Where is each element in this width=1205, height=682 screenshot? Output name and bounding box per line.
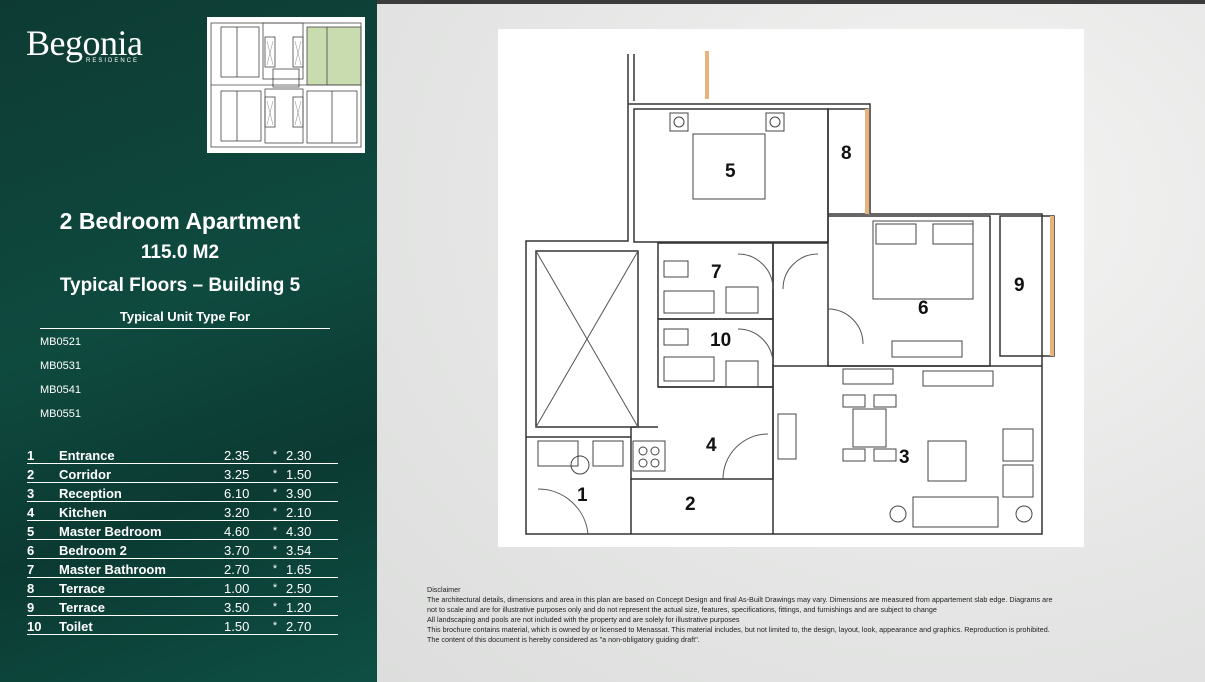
room-dimensions-table: 1 Entrance 2.35 * 2.30 2 Corridor 3.25 * 1.50 3R… [27, 445, 338, 635]
disclaimer-line: not to scale and are for illustrative pu… [427, 605, 937, 614]
key-plan-thumbnail [207, 17, 365, 153]
table-row: 10 Toilet 1.50 * 2.70 [27, 615, 338, 635]
room-length: 3.54 [286, 539, 338, 559]
room-length: 1.20 [286, 596, 338, 616]
unit-code: MB0541 [40, 384, 81, 396]
room-label: 5 [725, 161, 736, 182]
room-label: 3 [899, 447, 910, 468]
room-width: 2.70 [224, 558, 264, 578]
terrace-railing [865, 109, 869, 214]
room-number: 3 [27, 482, 59, 502]
room-number: 5 [27, 520, 59, 540]
table-row: 3 Reception 6.10 * 3.90 [27, 482, 338, 502]
table-row: 2 Corridor 3.25 * 1.50 [27, 463, 338, 483]
times-sign: * [264, 520, 286, 540]
room-label: 6 [918, 298, 929, 319]
apartment-title: 2 Bedroom Apartment [59, 208, 301, 234]
room-number: 1 [27, 445, 59, 464]
room-label: 7 [711, 262, 722, 283]
room-length: 2.70 [286, 615, 338, 635]
room-number: 10 [27, 615, 59, 635]
times-sign: * [264, 596, 286, 616]
unit-code: MB0521 [40, 336, 81, 348]
room-length: 2.30 [286, 445, 338, 464]
room-length: 1.50 [286, 463, 338, 483]
table-row: 7 Master Bathroom 2.70 * 1.65 [27, 558, 338, 578]
room-number: 8 [27, 577, 59, 597]
room-label: 10 [710, 330, 731, 351]
room-length: 4.30 [286, 520, 338, 540]
room-length: 2.50 [286, 577, 338, 597]
room-label: 8 [841, 143, 852, 164]
room-length: 1.65 [286, 558, 338, 578]
room-number: 7 [27, 558, 59, 578]
unit-code: MB0531 [40, 360, 81, 372]
room-name: Kitchen [59, 501, 224, 521]
room-label: 9 [1014, 275, 1025, 296]
room-name: Master Bedroom [59, 520, 224, 540]
table-row: 6 Bedroom 2 3.70 * 3.54 [27, 539, 338, 559]
room-label: 4 [706, 435, 717, 456]
room-name: Terrace [59, 596, 224, 616]
disclaimer-line: The architectural details, dimensions an… [427, 595, 1053, 604]
room-width: 2.35 [224, 445, 264, 464]
room-number: 4 [27, 501, 59, 521]
disclaimer-title: Disclaimer [427, 585, 461, 594]
table-row: 9 Terrace 3.50 * 1.20 [27, 596, 338, 616]
room-width: 4.60 [224, 520, 264, 540]
disclaimer-line: This brochure contains material, which i… [427, 625, 1050, 634]
room-number: 2 [27, 463, 59, 483]
room-width: 3.25 [224, 463, 264, 483]
brand-subtitle: RESIDENCE [86, 58, 140, 64]
disclaimer-line: All landscaping and pools are not includ… [427, 615, 740, 624]
room-name: Entrance [59, 445, 224, 464]
disclaimer: Disclaimer The architectural details, di… [427, 585, 1187, 645]
top-edge-bar [377, 0, 1205, 4]
times-sign: * [264, 501, 286, 521]
floors-label: Typical Floors – Building 5 [59, 275, 301, 296]
room-number: 6 [27, 539, 59, 559]
table-row: 5 Master Bedroom 4.60 * 4.30 [27, 520, 338, 540]
room-length: 3.90 [286, 482, 338, 502]
times-sign: * [264, 558, 286, 578]
terrace-railing [1050, 216, 1054, 356]
floor-plan-drawing: 5 8 6 9 7 10 4 3 1 2 [525, 51, 1055, 535]
room-name: Master Bathroom [59, 558, 224, 578]
room-label: 1 [577, 485, 588, 506]
unit-code: MB0551 [40, 408, 81, 420]
times-sign: * [264, 482, 286, 502]
times-sign: * [264, 445, 286, 464]
times-sign: * [264, 539, 286, 559]
unit-list: MB0521 MB0531 MB0541 MB0551 [40, 334, 81, 430]
room-width: 3.50 [224, 596, 264, 616]
key-plan-drawing [210, 22, 362, 148]
room-name: Toilet [59, 615, 224, 635]
room-label: 2 [685, 494, 696, 515]
times-sign: * [264, 615, 286, 635]
unit-type-label: Typical Unit Type For [40, 309, 330, 329]
room-width: 1.50 [224, 615, 264, 635]
room-width: 3.70 [224, 539, 264, 559]
floor-plan: 5 8 6 9 7 10 4 3 1 2 [498, 29, 1084, 547]
terrace-railing [705, 51, 709, 99]
table-row: 4 Kitchen 3.20 * 2.10 [27, 501, 338, 521]
room-width: 1.00 [224, 577, 264, 597]
times-sign: * [264, 577, 286, 597]
room-width: 3.20 [224, 501, 264, 521]
table-row: 8 Terrace 1.00 * 2.50 [27, 577, 338, 597]
room-name: Corridor [59, 463, 224, 483]
room-width: 6.10 [224, 482, 264, 502]
room-name: Reception [59, 482, 224, 502]
left-info-panel: Begonia RESIDENCE 2 Bedroom Apartment 11… [0, 0, 377, 682]
disclaimer-line: The content of this document is hereby c… [427, 635, 700, 644]
times-sign: * [264, 463, 286, 483]
room-name: Bedroom 2 [59, 539, 224, 559]
room-length: 2.10 [286, 501, 338, 521]
table-row: 1 Entrance 2.35 * 2.30 [27, 445, 338, 464]
room-name: Terrace [59, 577, 224, 597]
room-number: 9 [27, 596, 59, 616]
apartment-area: 115.0 M2 [140, 242, 220, 263]
